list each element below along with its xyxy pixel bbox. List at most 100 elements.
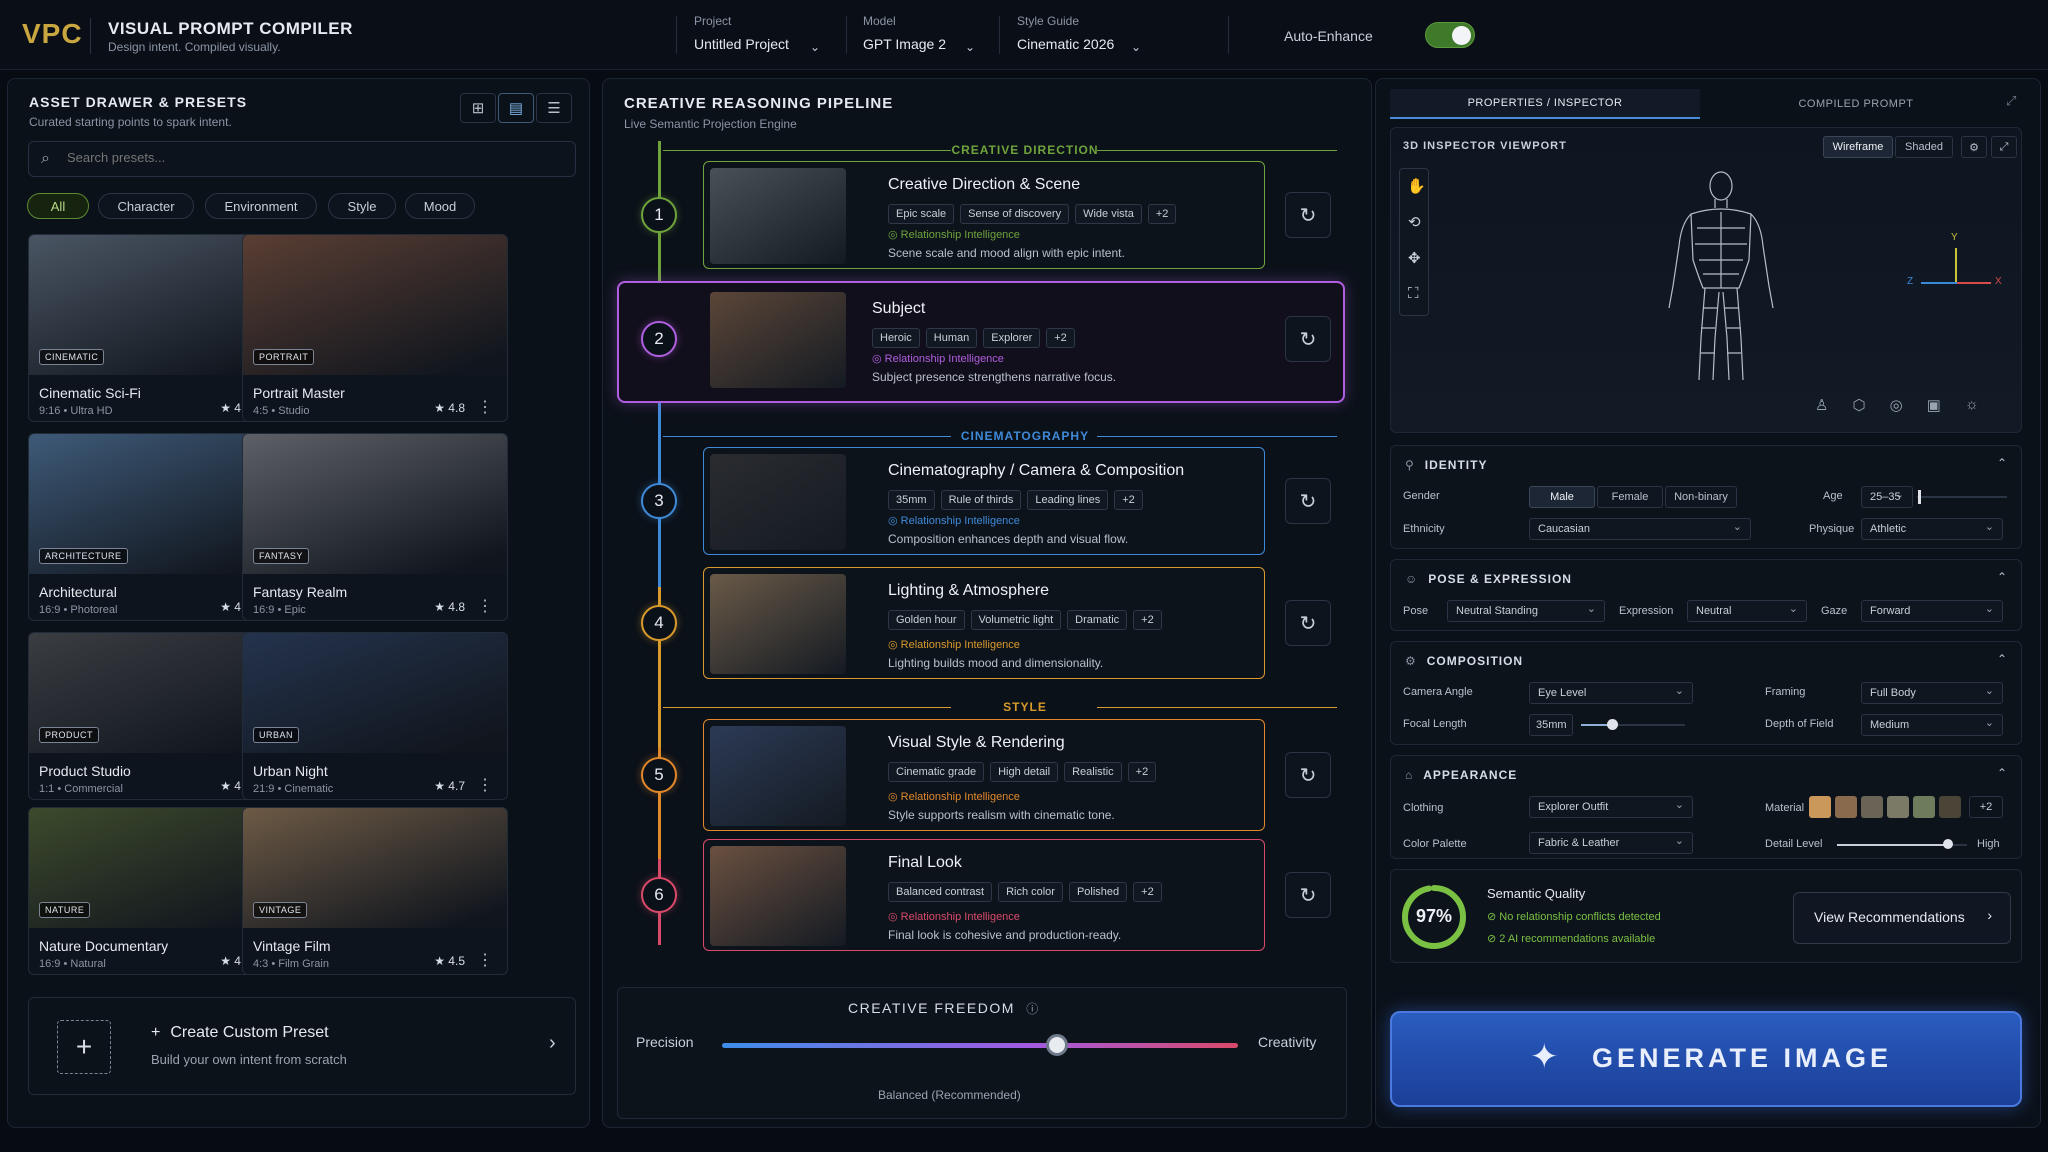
material-swatch[interactable] [1835,796,1857,818]
material-swatch[interactable] [1913,796,1935,818]
step-tag[interactable]: Golden hour [888,610,965,630]
more-options-icon[interactable]: ⋮ [477,596,493,616]
step-tag[interactable]: Heroic [872,328,920,348]
material-swatch[interactable] [1861,796,1883,818]
filter-style[interactable]: Style [328,193,396,219]
filter-character[interactable]: Character [98,193,194,219]
rotate-icon[interactable]: ⟲ [1408,213,1421,231]
camera-angle-select[interactable]: Eye Level [1529,682,1693,704]
generate-image-button[interactable]: ✦ GENERATE IMAGE [1390,1011,2022,1107]
step-tag[interactable]: Volumetric light [970,610,1062,630]
age-value[interactable]: 25–35 [1861,486,1913,508]
preset-card[interactable]: FANTASY Fantasy Realm 16:9 • Epic ★ 4.8 ⋮ [242,433,508,621]
appearance-header[interactable]: ⌂ APPEARANCE [1405,768,1517,782]
chevron-up-icon[interactable]: ⌃ [1997,456,2007,470]
color-palette-select[interactable]: Fabric & Leather [1529,832,1693,854]
ethnicity-select[interactable]: Caucasian [1529,518,1751,540]
expand-icon[interactable]: ⤢ [2006,93,2016,109]
more-options-icon[interactable]: ⋮ [477,775,493,795]
filter-all[interactable]: All [27,193,89,219]
material-swatch[interactable] [1887,796,1909,818]
regenerate-icon[interactable]: ↻ [1285,316,1331,362]
pipeline-step-card[interactable]: Creative Direction & Scene Epic scale Sens… [703,161,1265,269]
step-tag[interactable]: Explorer [983,328,1041,348]
model-select[interactable]: Model GPT Image 2 ⌄ [863,14,975,58]
freedom-slider-thumb[interactable] [1046,1034,1069,1056]
frame-icon[interactable]: ⛶ [1408,285,1419,302]
step-tag[interactable]: Epic scale [888,204,955,224]
step-tag[interactable]: Leading lines [1027,490,1109,510]
focal-slider-thumb[interactable] [1607,719,1619,730]
move-icon[interactable]: ✥ [1408,249,1421,267]
step-tag[interactable]: Balanced contrast [888,882,993,902]
gender-non-binary[interactable]: Non-binary [1665,486,1737,508]
step-tag[interactable]: +2 [1133,610,1162,630]
step-tag[interactable]: High detail [990,762,1059,782]
mode-shaded[interactable]: Shaded [1895,136,1953,158]
auto-enhance-toggle[interactable] [1425,22,1475,48]
composition-header[interactable]: ⚙ COMPOSITION [1405,654,1523,668]
clothing-select[interactable]: Explorer Outfit [1529,796,1693,818]
step-tag[interactable]: Realistic [1064,762,1122,782]
create-custom-preset[interactable]: + + Create Custom Preset Build your own i… [28,997,576,1095]
step-tag[interactable]: +2 [1114,490,1143,510]
hand-icon[interactable]: ✋ [1407,177,1426,195]
chevron-up-icon[interactable]: ⌃ [1997,570,2007,584]
pose-select[interactable]: Neutral Standing [1447,600,1605,622]
step-tag[interactable]: +2 [1147,204,1177,224]
age-slider-thumb[interactable] [1918,490,1921,504]
filter-mood[interactable]: Mood [405,193,475,219]
frame-icon[interactable]: ▣ [1927,396,1941,414]
more-options-icon[interactable]: ⋮ [477,397,493,417]
style-guide-select[interactable]: Style Guide Cinematic 2026 ⌄ [1017,14,1141,58]
step-tag[interactable]: 35mm [888,490,935,510]
search-input[interactable]: ⌕ [28,141,576,177]
identity-header[interactable]: ⚲ IDENTITY [1405,458,1487,472]
fullscreen-icon[interactable]: ⤢ [1991,136,2017,158]
regenerate-icon[interactable]: ↻ [1285,752,1331,798]
chevron-up-icon[interactable]: ⌃ [1997,652,2007,666]
pipeline-step-card[interactable]: Cinematography / Camera & Composition 35m… [703,447,1265,555]
gender-male[interactable]: Male [1529,486,1595,508]
sphere-icon[interactable]: ◎ [1890,396,1903,414]
regenerate-icon[interactable]: ↻ [1285,192,1331,238]
pipeline-step-card[interactable]: Lighting & Atmosphere Golden hour Volumetr… [703,567,1265,679]
filter-environment[interactable]: Environment [205,193,317,219]
light-icon[interactable]: ☼ [1965,396,1979,414]
step-tag[interactable]: Sense of discovery [960,204,1070,224]
step-tag[interactable]: Cinematic grade [888,762,985,782]
grid-view-icon[interactable]: ⊞ [460,93,496,123]
regenerate-icon[interactable]: ↻ [1285,872,1331,918]
detail-slider-thumb[interactable] [1942,839,1953,849]
pipeline-step-card[interactable]: Visual Style & Rendering Cinematic grade H… [703,719,1265,831]
focal-length-value[interactable]: 35mm [1529,714,1573,736]
step-tag[interactable]: Rule of thirds [940,490,1022,510]
card-view-icon[interactable]: ▤ [498,93,534,123]
list-view-icon[interactable]: ☰ [536,93,572,123]
material-swatch[interactable] [1809,796,1831,818]
preset-card[interactable]: VINTAGE Vintage Film 4:3 • Film Grain ★ 4.5… [242,807,508,975]
step-number[interactable]: 2 [641,321,677,357]
step-number[interactable]: 3 [641,483,677,519]
step-tag[interactable]: Dramatic [1067,610,1128,630]
pipeline-step-card[interactable]: Final Look Balanced contrast Rich color Pol… [703,839,1265,951]
preset-card[interactable]: PORTRAIT Portrait Master 4:5 • Studio ★ 4.8… [242,234,508,422]
gender-female[interactable]: Female [1597,486,1663,508]
step-tag[interactable]: Wide vista [1075,204,1142,224]
viewport-3d[interactable]: 3D INSPECTOR VIEWPORT Wireframe Shaded ⚙… [1390,127,2022,433]
step-number[interactable]: 5 [641,757,677,793]
step-tag[interactable]: Human [925,328,978,348]
material-more[interactable]: +2 [1969,796,2003,818]
step-tag[interactable]: Rich color [998,882,1063,902]
age-slider-track[interactable] [1917,496,2007,498]
search-field[interactable] [67,150,557,165]
step-number[interactable]: 6 [641,877,677,913]
settings-icon[interactable]: ⚙ [1961,136,1987,158]
mode-wireframe[interactable]: Wireframe [1823,136,1893,158]
focal-slider-track[interactable] [1581,724,1685,726]
preset-card[interactable]: URBAN Urban Night 21:9 • Cinematic ★ 4.7 ⋮ [242,632,508,800]
tab-compiled-prompt[interactable]: COMPILED PROMPT [1706,89,2006,119]
expression-select[interactable]: Neutral [1687,600,1807,622]
step-number[interactable]: 4 [641,605,677,641]
regenerate-icon[interactable]: ↻ [1285,478,1331,524]
